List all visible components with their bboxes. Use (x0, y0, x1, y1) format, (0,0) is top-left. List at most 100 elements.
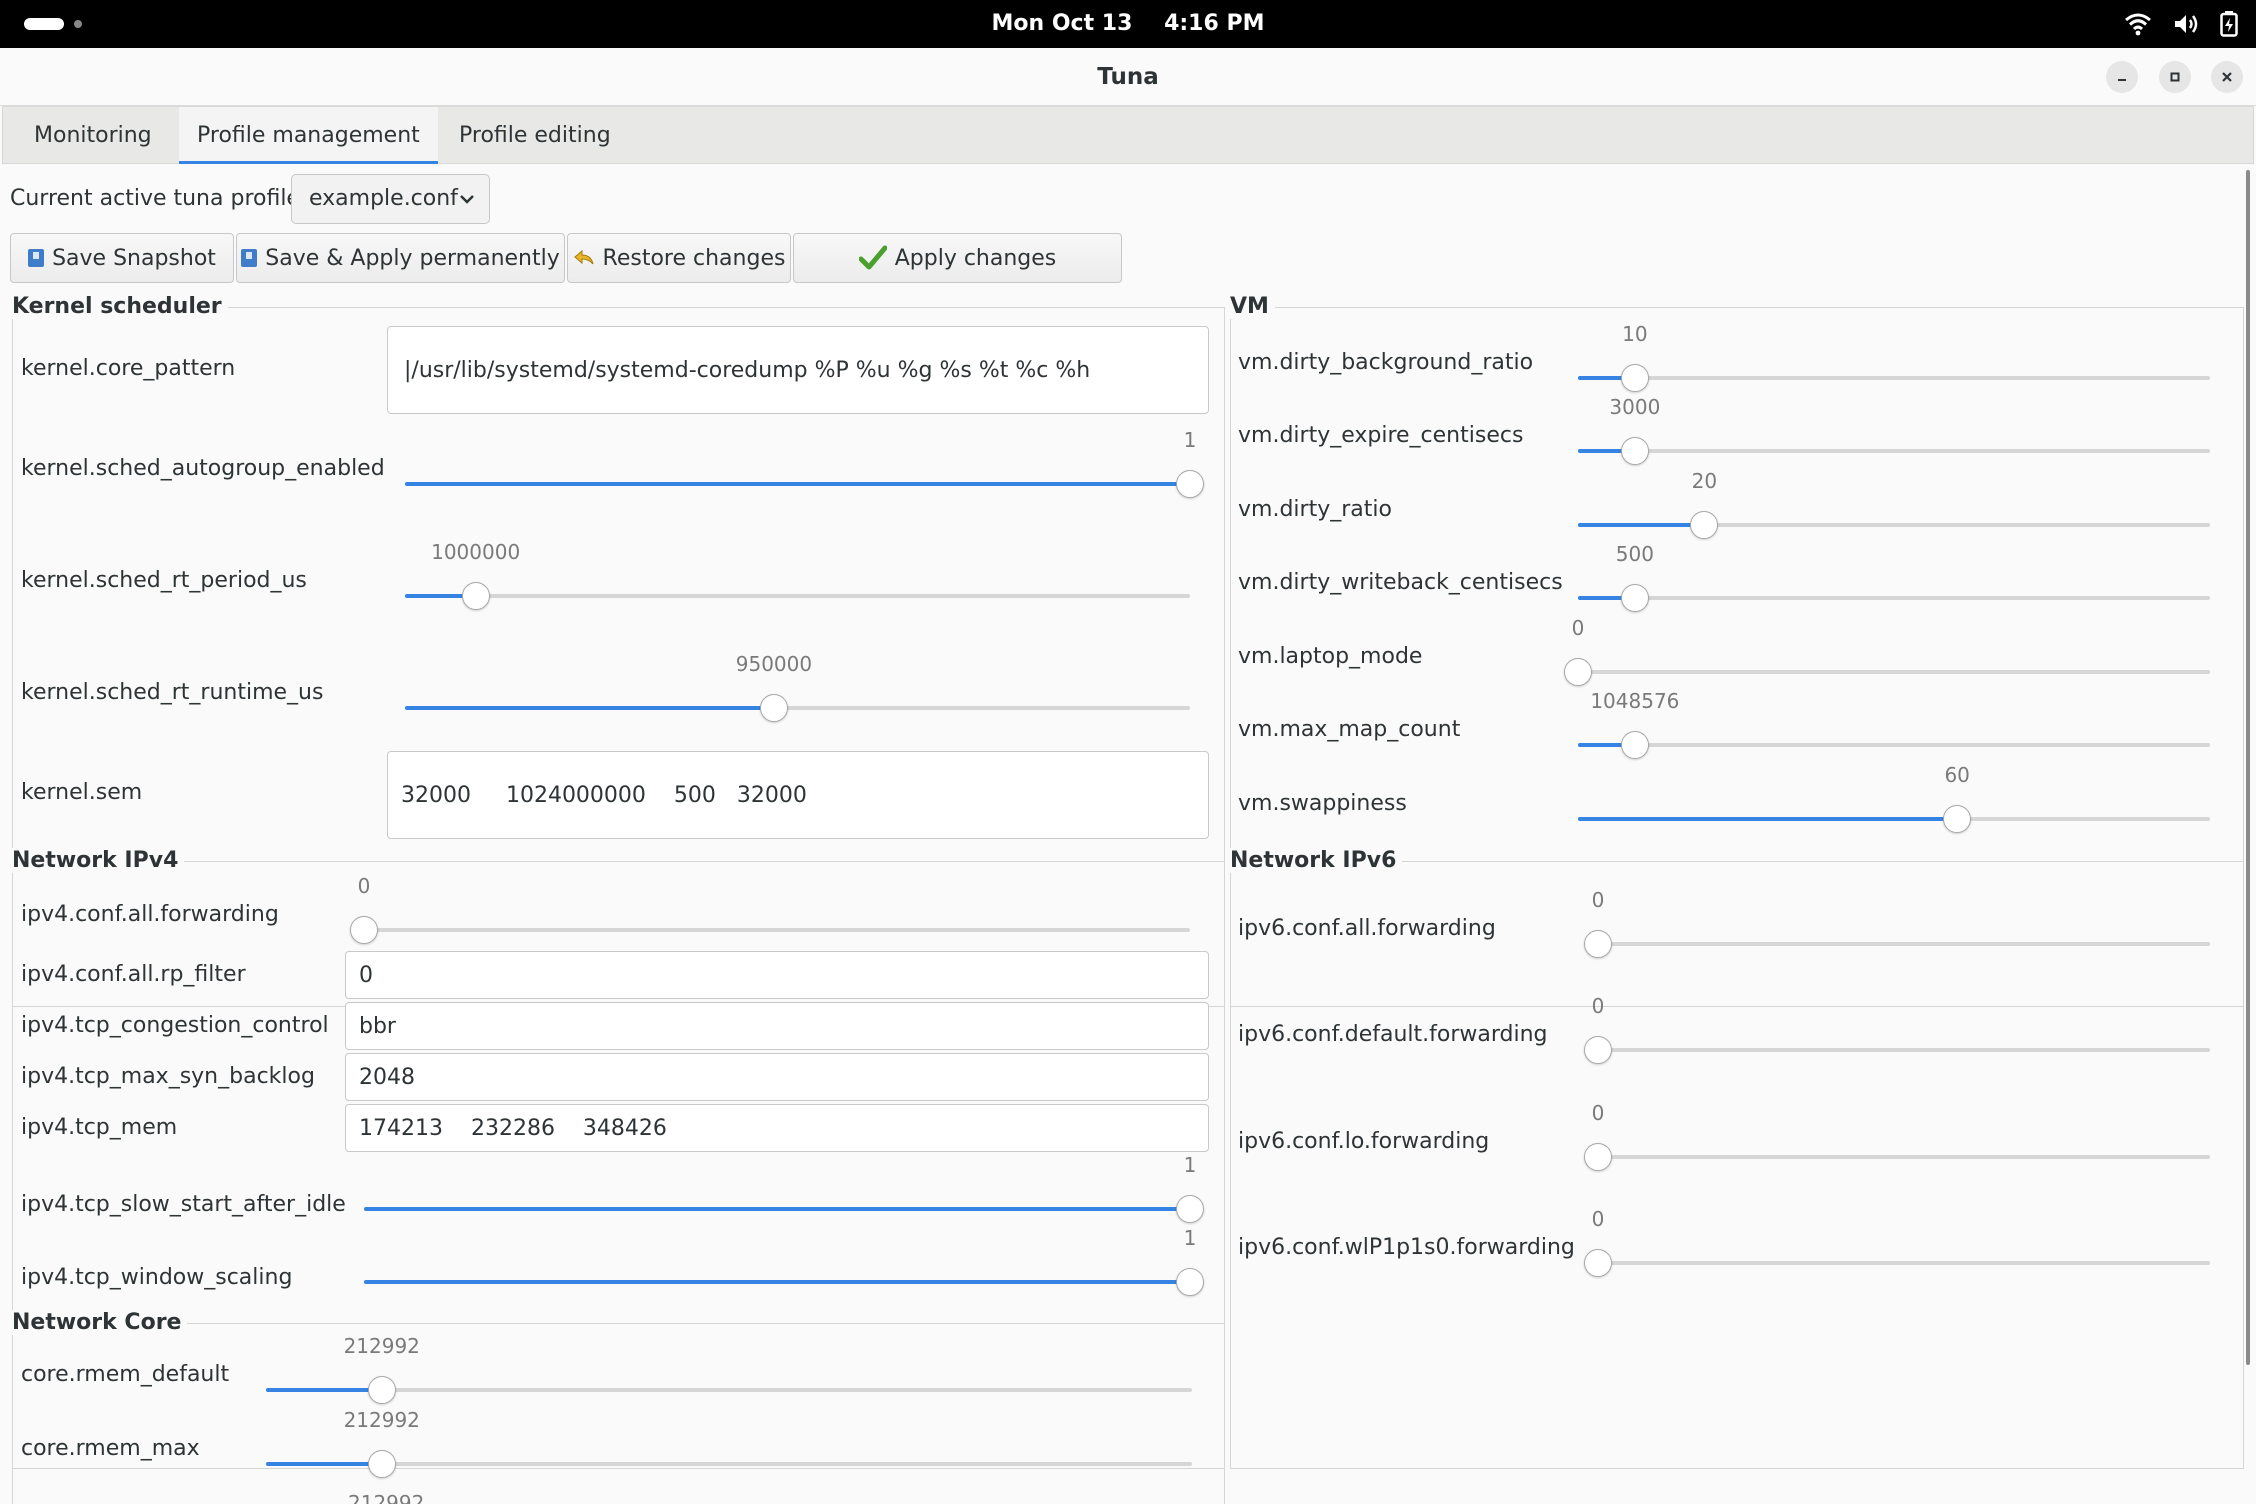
slider-handle[interactable] (1584, 1249, 1612, 1277)
tab-monitoring[interactable]: Monitoring (16, 107, 170, 165)
slider-value: 0 (1591, 994, 1605, 1018)
save-icon (241, 249, 258, 267)
volume-icon (2175, 15, 2198, 33)
vm-swappiness-slider[interactable]: 60 (1578, 763, 2210, 837)
rt-runtime-slider[interactable]: 950000 (405, 652, 1190, 726)
slider-handle[interactable] (1943, 805, 1972, 833)
slider-value: 0 (1571, 616, 1585, 640)
rt-period-slider[interactable]: 1000000 (405, 540, 1190, 614)
ipv4-slow-start-label: ipv4.tcp_slow_start_after_idle (21, 1192, 346, 1217)
vm-laptop-mode-label: vm.laptop_mode (1238, 644, 1423, 669)
ipv6-default-forwarding-label: ipv6.conf.default.forwarding (1238, 1022, 1548, 1047)
ipv4-max-syn-backlog-input[interactable]: 2048 (345, 1053, 1209, 1101)
autogroup-slider[interactable]: 1 (405, 428, 1204, 502)
ipv4-tcp-mem-input[interactable]: 174213 232286 348426 (345, 1104, 1209, 1152)
slider-value: 500 (1615, 542, 1654, 566)
ipv4-slow-start-slider[interactable]: 1 (364, 1153, 1204, 1227)
clock-date: Mon Oct 13 (991, 11, 1133, 36)
slider-handle[interactable] (1584, 1143, 1612, 1171)
slider-handle[interactable] (1620, 584, 1649, 612)
slider-value: 950000 (735, 652, 813, 676)
vm-max-map-count-slider[interactable]: 1048576 (1578, 689, 2210, 763)
maximize-icon (2170, 72, 2180, 82)
sem-input[interactable]: 32000 1024000000 500 32000 (387, 751, 1209, 839)
apply-changes-button[interactable]: Apply changes (793, 233, 1122, 283)
core-rmem-max-label: core.rmem_max (21, 1436, 200, 1461)
vm-dirty-background-ratio-slider[interactable]: 10 (1578, 322, 2210, 396)
restore-changes-label: Restore changes (602, 245, 786, 271)
system-top-bar: Mon Oct 13 4:16 PM (0, 0, 2256, 48)
vm-dirty-expire-centisecs-label: vm.dirty_expire_centisecs (1238, 423, 1524, 448)
slider-value: 20 (1691, 469, 1718, 493)
slider-handle[interactable] (367, 1376, 396, 1404)
profile-select[interactable]: example.conf (291, 174, 490, 224)
save-snapshot-button[interactable]: Save Snapshot (10, 233, 234, 283)
vm-dirty-ratio-slider[interactable]: 20 (1578, 469, 2210, 543)
close-button[interactable] (2211, 61, 2243, 93)
slider-value: 212992 (343, 1408, 420, 1432)
maximize-button[interactable] (2159, 61, 2191, 93)
ipv6-default-forwarding-slider[interactable]: 0 (1584, 994, 2210, 1068)
window-titlebar[interactable]: Tuna (0, 48, 2256, 106)
save-snapshot-label: Save Snapshot (52, 245, 216, 271)
wifi-icon (2125, 13, 2151, 36)
autogroup-label: kernel.sched_autogroup_enabled (21, 456, 385, 481)
slider-handle[interactable] (1620, 731, 1649, 759)
slider-handle[interactable] (1176, 1195, 1204, 1223)
slider-handle[interactable] (1690, 511, 1719, 539)
core-next-slider-value: 212992 (348, 1491, 425, 1504)
slider-value: 1048576 (1590, 689, 1680, 713)
ipv4-rp-filter-label: ipv4.conf.all.rp_filter (21, 962, 246, 987)
slider-value: 0 (1591, 1207, 1605, 1231)
ipv6-wlp-forwarding-slider[interactable]: 0 (1584, 1207, 2210, 1281)
slider-handle[interactable] (1564, 658, 1592, 686)
tab-profile-management[interactable]: Profile management (179, 107, 438, 165)
slider-value: 60 (1944, 763, 1970, 787)
profile-select-value: example.conf (309, 186, 458, 211)
ipv4-congestion-control-input[interactable]: bbr (345, 1002, 1209, 1050)
slider-handle[interactable] (350, 916, 378, 944)
slider-handle[interactable] (1620, 364, 1649, 392)
ipv4-window-scaling-slider[interactable]: 1 (364, 1226, 1204, 1300)
vm-dirty-expire-centisecs-slider[interactable]: 3000 (1578, 395, 2210, 469)
core-rmem-max-slider[interactable]: 212992 (266, 1408, 1192, 1482)
vm-dirty-writeback-centisecs-slider[interactable]: 500 (1578, 542, 2210, 616)
slider-value: 0 (1591, 1101, 1605, 1125)
save-apply-label: Save & Apply permanently (265, 245, 560, 271)
vm-laptop-mode-slider[interactable]: 0 (1564, 616, 2210, 690)
ipv6-lo-forwarding-slider[interactable]: 0 (1584, 1101, 2210, 1175)
core-rmem-default-slider[interactable]: 212992 (266, 1334, 1192, 1408)
clock[interactable]: Mon Oct 13 4:16 PM (0, 0, 2256, 48)
clock-time: 4:16 PM (1164, 11, 1265, 36)
system-tray[interactable] (2124, 10, 2238, 38)
tab-bar: Monitoring Profile management Profile ed… (2, 106, 2254, 165)
battery-icon (2220, 11, 2238, 37)
checkmark-icon (858, 245, 887, 270)
slider-handle[interactable] (1584, 930, 1612, 958)
slider-handle[interactable] (1584, 1036, 1612, 1064)
ipv4-congestion-control-label: ipv4.tcp_congestion_control (21, 1013, 329, 1038)
minimize-button[interactable] (2106, 61, 2138, 93)
slider-handle[interactable] (367, 1450, 396, 1478)
vertical-scrollbar[interactable] (2246, 170, 2250, 1365)
slider-handle[interactable] (461, 582, 490, 610)
network-ipv4-title: Network IPv4 (12, 848, 185, 873)
slider-handle[interactable] (1620, 437, 1649, 465)
ipv6-all-forwarding-slider[interactable]: 0 (1584, 888, 2210, 962)
rt-runtime-label: kernel.sched_rt_runtime_us (21, 680, 324, 705)
ipv4-rp-filter-input[interactable]: 0 (345, 951, 1209, 999)
restore-changes-button[interactable]: Restore changes (567, 233, 791, 283)
slider-handle[interactable] (759, 694, 788, 722)
tab-profile-editing[interactable]: Profile editing (441, 107, 629, 165)
minimize-icon (2118, 79, 2126, 81)
profile-management-panel: Current active tuna profile: example.con… (0, 164, 2256, 1504)
ipv4-all-forwarding-label: ipv4.conf.all.forwarding (21, 902, 279, 927)
save-apply-button[interactable]: Save & Apply permanently (236, 233, 565, 283)
apply-changes-label: Apply changes (894, 245, 1057, 271)
ipv4-window-scaling-label: ipv4.tcp_window_scaling (21, 1265, 293, 1290)
slider-value: 212992 (343, 1334, 420, 1358)
core-pattern-input[interactable]: |/usr/lib/systemd/systemd-coredump %P %u… (387, 326, 1209, 414)
ipv4-all-forwarding-slider[interactable]: 0 (350, 874, 1190, 948)
slider-handle[interactable] (1176, 1268, 1204, 1296)
slider-handle[interactable] (1176, 470, 1204, 498)
